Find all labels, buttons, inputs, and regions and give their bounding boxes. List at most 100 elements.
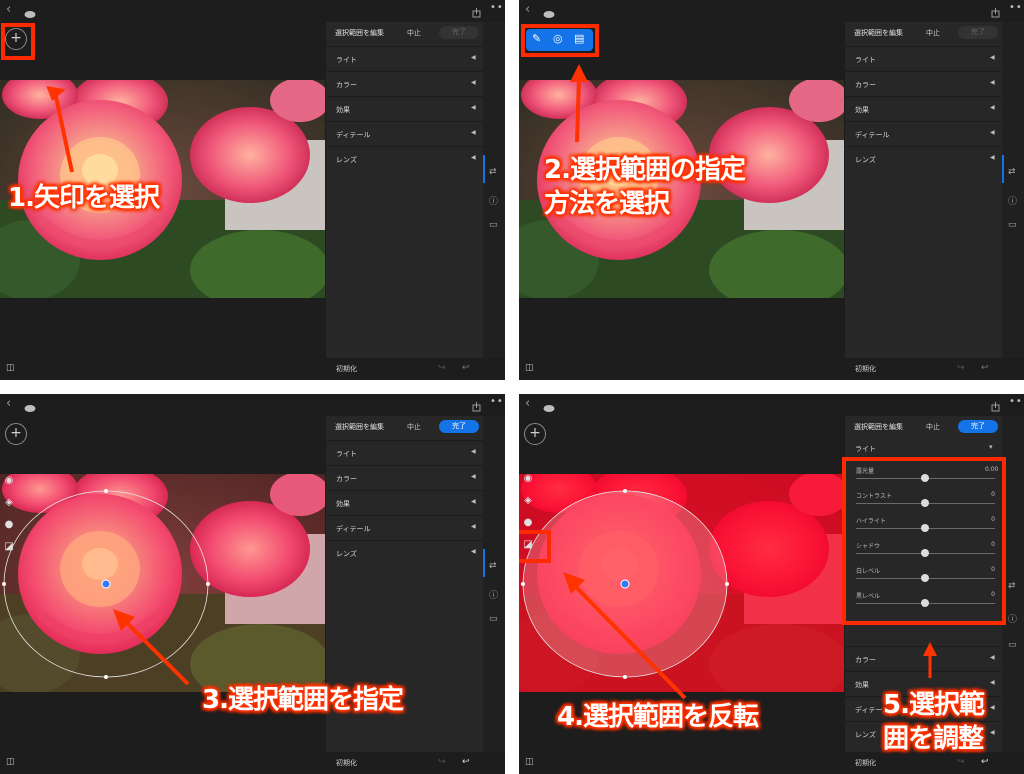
selected-indicator [1002,155,1004,183]
back-icon[interactable]: ‹ [6,396,11,411]
info-icon[interactable]: ⓘ [489,194,498,207]
back-icon[interactable]: ‹ [525,396,530,411]
cloud-icon[interactable] [24,3,36,22]
section-light[interactable]: ライト ◀ [845,46,1002,71]
share-icon[interactable] [991,3,1000,22]
section-color[interactable]: カラー ◀ [326,71,483,96]
top-bar: ‹ ••• [519,0,1024,22]
done-button[interactable]: 完了 [439,420,479,433]
more-icon[interactable]: ••• [490,2,505,13]
radial-gradient-icon[interactable]: ◉ [519,468,537,490]
radial-gradient-icon[interactable]: ◉ [0,470,18,492]
compare-icon[interactable]: ◫ [525,757,534,767]
eraser-icon[interactable]: ◈ [519,490,537,512]
add-mask-button[interactable]: + [524,423,546,445]
invert-icon[interactable]: ◪ [0,536,18,558]
chevron-left-icon: ◀ [471,54,476,61]
comment-icon[interactable]: ▭ [489,614,498,624]
done-button[interactable]: 完了 [958,26,998,39]
undo-icon[interactable]: ↩ [981,757,989,767]
sliders-icon[interactable]: ⇄ [489,561,497,571]
done-button[interactable]: 完了 [439,26,479,39]
chevron-left-icon: ◀ [990,79,995,86]
section-light[interactable]: ライト ◀ [326,46,483,71]
mask-center-handle [101,579,111,589]
more-icon[interactable]: ••• [1009,396,1024,407]
mask-center-handle [620,579,630,589]
chevron-left-icon: ◀ [471,548,476,555]
tool-strip: ⇄ ⓘ ▭ [1002,22,1024,358]
share-icon[interactable] [472,397,481,416]
comment-icon[interactable]: ▭ [1008,640,1017,650]
undo-icon[interactable]: ↩ [462,363,470,373]
cloud-icon[interactable] [24,397,36,416]
undo-icon[interactable]: ↩ [462,757,470,767]
cloud-icon[interactable] [543,3,555,22]
cancel-button[interactable]: 中止 [926,422,940,432]
top-bar: ‹ ••• [0,0,505,22]
rose-photo [0,474,325,692]
redo-icon[interactable]: ↪ [957,757,965,767]
highlight-box [1,23,35,60]
chevron-left-icon: ◀ [990,704,995,711]
add-mask-button[interactable]: + [5,423,27,445]
section-effects[interactable]: 効果 ◀ [845,96,1002,121]
reset-button[interactable]: 初期化 [336,758,357,768]
back-icon[interactable]: ‹ [6,2,11,17]
section-detail[interactable]: ディテール ◀ [326,515,483,540]
chevron-left-icon: ◀ [471,473,476,480]
eraser-icon[interactable]: ◈ [0,492,18,514]
redo-icon[interactable]: ↪ [438,757,446,767]
chevron-left-icon: ◀ [471,448,476,455]
reset-button[interactable]: 初期化 [855,364,876,374]
section-color[interactable]: カラー ◀ [845,71,1002,96]
redo-icon[interactable]: ↪ [438,363,446,373]
share-icon[interactable] [991,397,1000,416]
sliders-icon[interactable]: ⇄ [1008,167,1016,177]
section-light[interactable]: ライト ▾ [845,438,1002,458]
info-icon[interactable]: ⓘ [1008,194,1017,207]
section-color[interactable]: カラー ◀ [326,465,483,490]
chevron-left-icon: ◀ [990,129,995,136]
share-icon[interactable] [472,3,481,22]
comment-icon[interactable]: ▭ [489,220,498,230]
chevron-left-icon: ◀ [471,79,476,86]
more-icon[interactable]: ••• [1009,2,1024,13]
section-detail[interactable]: ディテール ◀ [326,121,483,146]
compare-icon[interactable]: ◫ [6,363,15,373]
back-icon[interactable]: ‹ [525,2,530,17]
step4-label: 4.選択範囲を反転 [557,702,759,732]
section-lens[interactable]: レンズ ◀ [845,146,1002,171]
section-lens[interactable]: レンズ ◀ [326,146,483,171]
cancel-button[interactable]: 中止 [407,422,421,432]
section-color[interactable]: カラー ◀ [845,646,1002,671]
comment-icon[interactable]: ▭ [1008,220,1017,230]
sliders-icon[interactable]: ⇄ [1008,581,1016,591]
redo-icon[interactable]: ↪ [957,363,965,373]
cancel-button[interactable]: 中止 [407,28,421,38]
highlight-box [521,24,599,57]
section-detail[interactable]: ディテール ◀ [845,121,1002,146]
sliders-icon[interactable]: ⇄ [489,167,497,177]
compare-icon[interactable]: ◫ [525,363,534,373]
bottom-bar: ◫ 初期化 ↪ ↩ [0,358,505,380]
feather-icon[interactable]: ● [0,514,18,536]
section-lens[interactable]: レンズ ◀ [326,540,483,565]
top-bar: ‹ ••• [0,394,505,416]
chevron-left-icon: ◀ [990,104,995,111]
info-icon[interactable]: ⓘ [489,588,498,601]
section-light[interactable]: ライト ◀ [326,440,483,465]
cloud-icon[interactable] [543,397,555,416]
reset-button[interactable]: 初期化 [336,364,357,374]
more-icon[interactable]: ••• [490,396,505,407]
done-button[interactable]: 完了 [958,420,998,433]
section-effects[interactable]: 効果 ◀ [326,96,483,121]
compare-icon[interactable]: ◫ [6,757,15,767]
cancel-button[interactable]: 中止 [926,28,940,38]
info-icon[interactable]: ⓘ [1008,612,1017,625]
section-effects[interactable]: 効果 ◀ [326,490,483,515]
reset-button[interactable]: 初期化 [855,758,876,768]
undo-icon[interactable]: ↩ [981,363,989,373]
chevron-left-icon: ◀ [990,654,995,661]
step3-panel: ‹ ••• + ◉ ◈ ● ◪ 選択範囲を編集 中止 完了 ライト◀ カラー◀ … [0,394,505,774]
